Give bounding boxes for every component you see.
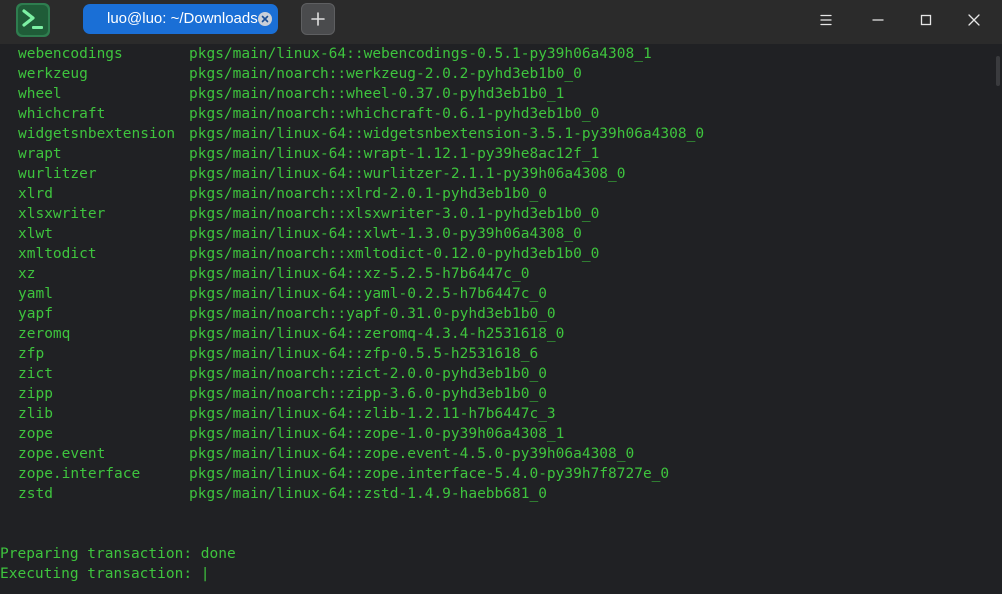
package-spec: pkgs/main/linux-64::xz-5.2.5-h7b6447c_0 (189, 266, 530, 282)
package-spec: pkgs/main/noarch::xmltodict-0.12.0-pyhd3… (189, 246, 600, 262)
package-spec: pkgs/main/noarch::whichcraft-0.6.1-pyhd3… (189, 106, 600, 122)
package-name: zope.event (18, 446, 106, 462)
package-spec: pkgs/main/linux-64::yaml-0.2.5-h7b6447c_… (189, 286, 547, 302)
package-name: zope.interface (18, 466, 141, 482)
package-spec: pkgs/main/linux-64::webencodings-0.5.1-p… (189, 46, 652, 62)
package-spec: pkgs/main/linux-64::wrapt-1.12.1-py39he8… (189, 146, 600, 162)
package-name: zfp (18, 346, 45, 362)
package-spec: pkgs/main/linux-64::zstd-1.4.9-haebb681_… (189, 486, 547, 502)
package-name: zeromq (18, 326, 71, 342)
package-name: werkzeug (18, 66, 88, 82)
package-spec: pkgs/main/linux-64::widgetsnbextension-3… (189, 126, 705, 142)
package-name: whichcraft (18, 106, 106, 122)
package-spec: pkgs/main/linux-64::zfp-0.5.5-h2531618_6 (189, 346, 539, 362)
package-name: xlrd (18, 186, 53, 202)
package-spec: pkgs/main/linux-64::wurlitzer-2.1.1-py39… (189, 166, 626, 182)
terminal-output[interactable]: webencodings pkgs/main/linux-64::webencod… (0, 44, 1002, 594)
package-name: xlsxwriter (18, 206, 106, 222)
tab-title: luo@luo: ~/Downloads (107, 10, 258, 27)
hamburger-menu-icon[interactable] (812, 6, 840, 34)
maximize-icon[interactable] (912, 6, 940, 34)
close-icon[interactable] (960, 6, 988, 34)
status-executing: Executing transaction: | (0, 564, 210, 584)
package-name: yapf (18, 306, 53, 322)
status-executing-text: Executing transaction: (0, 566, 201, 582)
new-tab-button[interactable] (301, 3, 335, 35)
package-name: zope (18, 426, 53, 442)
package-spec: pkgs/main/linux-64::zope.event-4.5.0-py3… (189, 446, 635, 462)
package-name: zlib (18, 406, 53, 422)
package-spec: pkgs/main/noarch::wheel-0.37.0-pyhd3eb1b… (189, 86, 565, 102)
package-spec: pkgs/main/noarch::zict-2.0.0-pyhd3eb1b0_… (189, 366, 547, 382)
package-name: wrapt (18, 146, 62, 162)
package-spec: pkgs/main/linux-64::xlwt-1.3.0-py39h06a4… (189, 226, 582, 242)
terminal-app-icon[interactable] (15, 2, 51, 38)
package-spec: pkgs/main/noarch::werkzeug-2.0.2-pyhd3eb… (189, 66, 582, 82)
package-spec: pkgs/main/linux-64::zlib-1.2.11-h7b6447c… (189, 406, 556, 422)
text-cursor: | (200, 566, 210, 582)
package-name: zict (18, 366, 53, 382)
package-name: xz (18, 266, 36, 282)
plus-icon (311, 12, 325, 26)
close-icon[interactable] (258, 12, 272, 26)
package-name: zipp (18, 386, 53, 402)
package-name: xmltodict (18, 246, 97, 262)
scrollbar[interactable] (994, 44, 1002, 594)
package-name: wurlitzer (18, 166, 97, 182)
package-spec: pkgs/main/linux-64::zope.interface-5.4.0… (189, 466, 670, 482)
package-name: wheel (18, 86, 62, 102)
package-name: xlwt (18, 226, 53, 242)
package-name: yaml (18, 286, 53, 302)
package-name: widgetsnbextension (18, 126, 176, 142)
package-spec: pkgs/main/linux-64::zeromq-4.3.4-h253161… (189, 326, 565, 342)
minimize-icon[interactable] (864, 6, 892, 34)
scrollbar-thumb[interactable] (996, 56, 1000, 86)
terminal-window: luo@luo: ~/Downloads webencodings pkgs/m… (0, 0, 1002, 594)
package-name: zstd (18, 486, 53, 502)
package-name: webencodings (18, 46, 123, 62)
status-preparing: Preparing transaction: done (0, 546, 236, 562)
package-spec: pkgs/main/noarch::yapf-0.31.0-pyhd3eb1b0… (189, 306, 556, 322)
title-bar: luo@luo: ~/Downloads (0, 0, 1002, 44)
package-spec: pkgs/main/linux-64::zope-1.0-py39h06a430… (189, 426, 565, 442)
package-spec: pkgs/main/noarch::xlrd-2.0.1-pyhd3eb1b0_… (189, 186, 547, 202)
tab-active[interactable]: luo@luo: ~/Downloads (83, 4, 278, 34)
package-spec: pkgs/main/noarch::xlsxwriter-3.0.1-pyhd3… (189, 206, 600, 222)
package-spec: pkgs/main/noarch::zipp-3.6.0-pyhd3eb1b0_… (189, 386, 547, 402)
